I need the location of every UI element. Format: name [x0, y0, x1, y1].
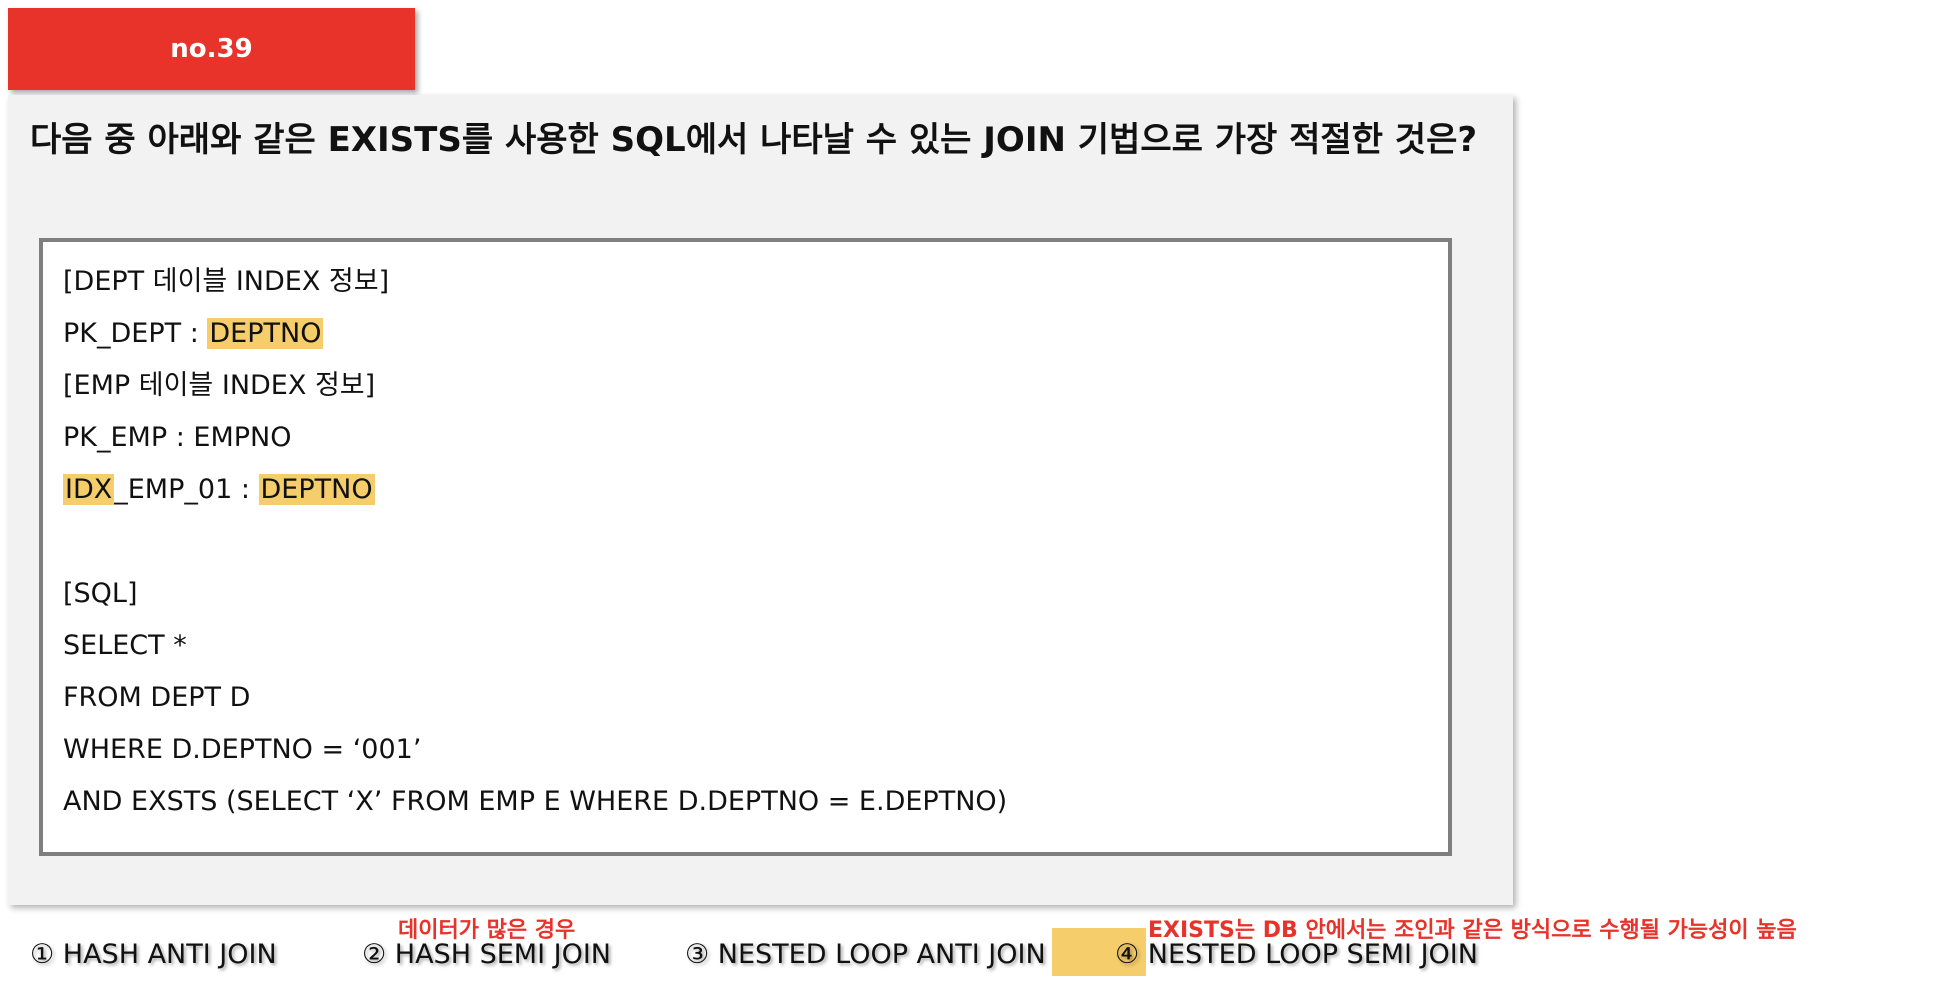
code-line: [SQL]: [63, 578, 138, 609]
code-line: PK_DEPT : DEPTNO: [63, 308, 1007, 360]
annotation-note: EXISTS는 DB 안에서는 조인과 같은 방식으로 수행될 가능성이 높음: [1148, 918, 1797, 943]
code-line: SELECT *: [63, 630, 187, 661]
code-text: PK_DEPT :: [63, 318, 208, 349]
code-line: [EMP 테이블 INDEX 정보]: [63, 370, 376, 401]
code-text: _EMP_01 :: [114, 474, 259, 505]
option-1[interactable]: ① HASH ANTI JOIN: [30, 930, 277, 980]
annotation-note: 데이터가 많은 경우: [398, 918, 576, 943]
highlighted-text: IDX: [63, 474, 115, 505]
code-lines: [DEPT 데이블 INDEX 정보] PK_DEPT : DEPTNO [EM…: [63, 256, 1007, 828]
highlighted-text: DEPTNO: [207, 318, 324, 349]
code-line: FROM DEPT D: [63, 682, 251, 713]
question-number: no.39: [170, 34, 253, 64]
code-box: [DEPT 데이블 INDEX 정보] PK_DEPT : DEPTNO [EM…: [39, 238, 1452, 856]
option-3[interactable]: ③ NESTED LOOP ANTI JOIN: [685, 930, 1046, 980]
code-line: AND EXSTS (SELECT ‘X’ FROM EMP E WHERE D…: [63, 786, 1008, 817]
question-number-badge: no.39: [8, 8, 415, 90]
question-text: 다음 중 아래와 같은 EXISTS를 사용한 SQL에서 나타날 수 있는 J…: [30, 120, 1478, 160]
code-line: PK_EMP : EMPNO: [63, 422, 292, 453]
code-line: IDX_EMP_01 : DEPTNO: [63, 464, 1007, 516]
highlighted-text: DEPTNO: [258, 474, 375, 505]
code-line: [DEPT 데이블 INDEX 정보]: [63, 266, 390, 297]
code-line: WHERE D.DEPTNO = ‘001’: [63, 734, 422, 765]
